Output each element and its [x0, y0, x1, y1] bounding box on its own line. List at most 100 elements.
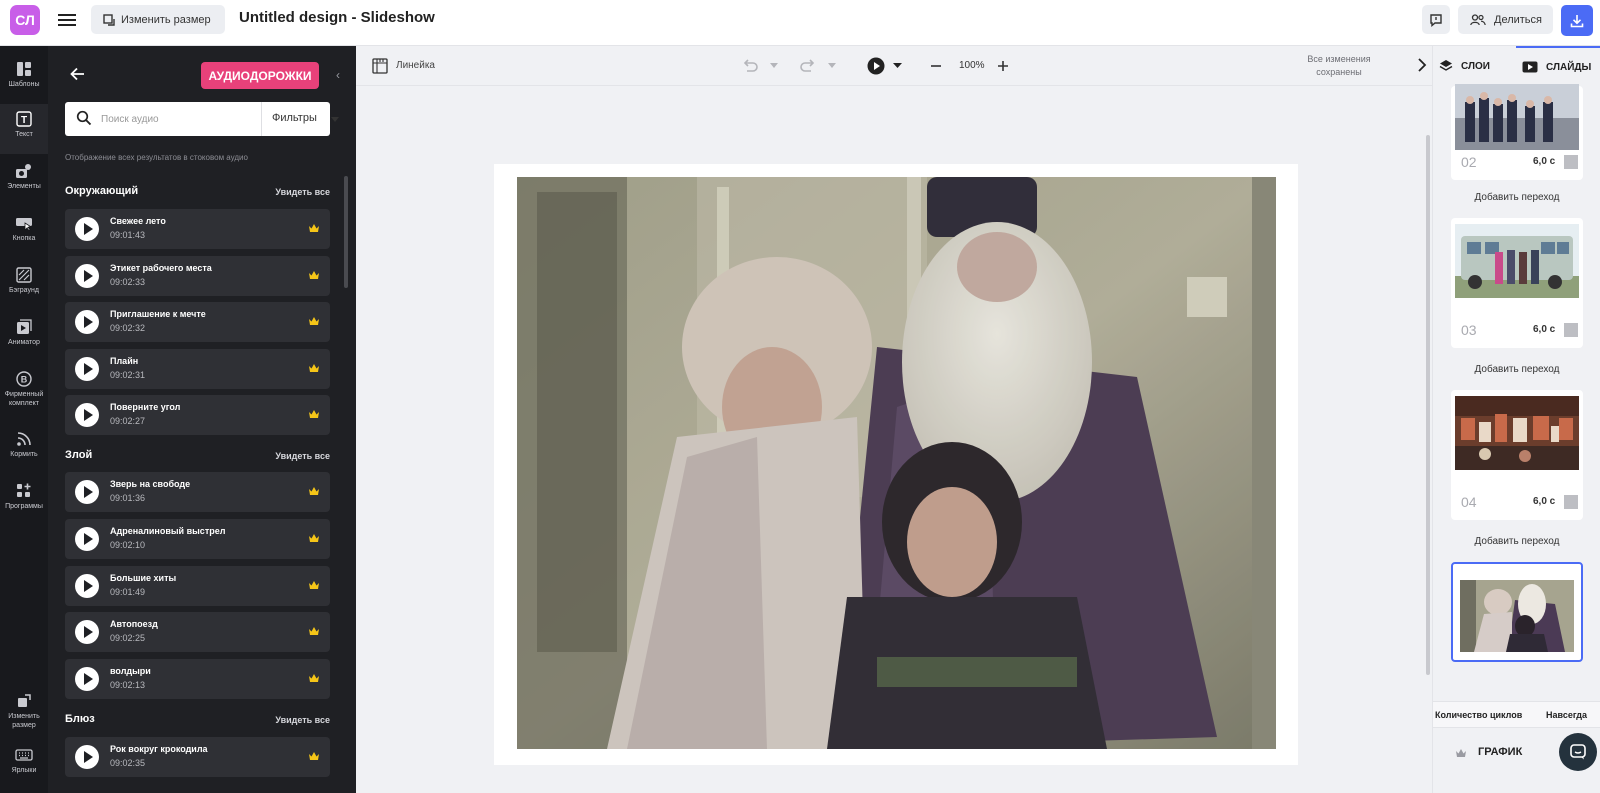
rail-label: Элементы: [7, 183, 41, 190]
play-icon[interactable]: [75, 217, 99, 241]
loop-count-select[interactable]: Навсегда: [1546, 710, 1587, 720]
audio-panel: АУДИОДОРОЖКИ ‹ Фильтры Отображение всех …: [48, 46, 356, 793]
crown-icon: [309, 317, 319, 325]
track-item[interactable]: Зверь на свободе 09:01:36: [65, 472, 330, 512]
rail-item-brand-kit[interactable]: B Фирменный комплект: [0, 364, 48, 414]
track-duration: 09:01:36: [110, 493, 146, 503]
track-item[interactable]: Адреналиновый выстрел 09:02:10: [65, 519, 330, 559]
comment-icon: [1430, 13, 1442, 27]
slide-thumbnail[interactable]: [1455, 84, 1579, 150]
play-icon[interactable]: [75, 357, 99, 381]
play-preview-icon[interactable]: [867, 57, 885, 75]
share-button[interactable]: Делиться: [1458, 5, 1553, 34]
slide-card[interactable]: 03 6,0 с: [1451, 218, 1583, 348]
slides-panel: СЛОИ СЛАЙДЫ 02 6,0 с Добавить переход 03…: [1432, 46, 1600, 793]
slide-thumbnail[interactable]: [1455, 396, 1579, 470]
rail-item-button[interactable]: Кнопка: [0, 208, 48, 258]
page-title[interactable]: Untitled design - Slideshow: [239, 9, 435, 26]
scrollbar[interactable]: [344, 176, 348, 288]
chevron-down-icon[interactable]: [828, 63, 836, 69]
see-all-link[interactable]: Увидеть все: [275, 715, 330, 725]
photo-illustration: [517, 177, 1276, 749]
chevron-down-icon[interactable]: [893, 63, 902, 69]
add-transition-button[interactable]: Добавить переход: [1451, 536, 1583, 547]
category-name: Злой: [65, 449, 93, 461]
ruler-label[interactable]: Линейка: [396, 60, 435, 71]
rail-item-feed[interactable]: Кормить: [0, 424, 48, 474]
design-canvas[interactable]: [494, 164, 1298, 765]
tab-slides[interactable]: СЛАЙДЫ: [1516, 46, 1600, 86]
canvas-toolbar: Линейка 100% Все изменения сохранены: [356, 46, 1432, 86]
slide-card-selected[interactable]: [1451, 562, 1583, 662]
zoom-in-icon[interactable]: [997, 60, 1009, 72]
crown-icon: [309, 271, 319, 279]
rail-item-animator[interactable]: Аниматор: [0, 312, 48, 362]
slide-duration[interactable]: 6,0 с: [1533, 156, 1555, 167]
slide-duration[interactable]: 6,0 с: [1533, 496, 1555, 507]
slide-thumbnail[interactable]: [1460, 580, 1574, 652]
play-icon[interactable]: [75, 574, 99, 598]
search-input[interactable]: [101, 110, 236, 128]
slide-card[interactable]: 02 6,0 с: [1451, 84, 1583, 180]
tab-label: СЛАЙДЫ: [1546, 61, 1592, 73]
slide-checkbox[interactable]: [1564, 155, 1578, 169]
play-icon[interactable]: [75, 620, 99, 644]
rail-item-background[interactable]: Бэграунд: [0, 260, 48, 310]
see-all-link[interactable]: Увидеть все: [275, 451, 330, 461]
slide-thumbnail[interactable]: [1455, 224, 1579, 298]
track-item[interactable]: Поверните угол 09:02:27: [65, 395, 330, 435]
rail-item-elements[interactable]: Элементы: [0, 156, 48, 206]
track-title: Плайн: [110, 356, 139, 366]
track-item[interactable]: волдыри 09:02:13: [65, 659, 330, 699]
redo-icon[interactable]: [799, 58, 817, 74]
slide-card[interactable]: 04 6,0 с: [1451, 390, 1583, 520]
chevron-down-icon[interactable]: [331, 117, 339, 122]
track-item[interactable]: Рок вокруг крокодила 09:02:35: [65, 737, 330, 777]
rail-item-templates[interactable]: Шаблоны: [0, 54, 48, 104]
track-item[interactable]: Этикет рабочего места 09:02:33: [65, 256, 330, 296]
rail-item-shortcuts[interactable]: Ярлыки: [0, 740, 48, 790]
download-button[interactable]: [1561, 5, 1593, 36]
avatar[interactable]: СЛ: [10, 5, 40, 35]
track-item[interactable]: Приглашение к мечте 09:02:32: [65, 302, 330, 342]
slide-duration[interactable]: 6,0 с: [1533, 324, 1555, 335]
play-icon[interactable]: [75, 403, 99, 427]
add-transition-button[interactable]: Добавить переход: [1451, 364, 1583, 375]
slide-photo[interactable]: [517, 177, 1276, 749]
collapse-panel-icon[interactable]: ‹: [336, 68, 340, 82]
track-item[interactable]: Большие хиты 09:01:49: [65, 566, 330, 606]
rail-item-text[interactable]: T Текст: [0, 104, 48, 154]
comment-button[interactable]: [1422, 5, 1450, 34]
slide-checkbox[interactable]: [1564, 495, 1578, 509]
play-icon[interactable]: [75, 310, 99, 334]
zoom-out-icon[interactable]: [930, 60, 942, 72]
rail-item-resize[interactable]: Изменить размер: [0, 686, 48, 736]
track-item[interactable]: Свежее лето 09:01:43: [65, 209, 330, 249]
track-item[interactable]: Плайн 09:02:31: [65, 349, 330, 389]
slide-checkbox[interactable]: [1564, 323, 1578, 337]
tab-layers[interactable]: СЛОИ: [1439, 46, 1490, 86]
ruler-icon[interactable]: [372, 58, 388, 74]
play-icon[interactable]: [75, 667, 99, 691]
see-all-link[interactable]: Увидеть все: [275, 187, 330, 197]
resize-button[interactable]: Изменить размер: [91, 5, 225, 34]
track-title: Рок вокруг крокодила: [110, 744, 208, 754]
menu-icon[interactable]: [58, 11, 76, 27]
track-duration: 09:02:27: [110, 416, 146, 426]
play-icon[interactable]: [75, 745, 99, 769]
zoom-level[interactable]: 100%: [959, 60, 985, 71]
add-transition-button[interactable]: Добавить переход: [1451, 192, 1583, 203]
chat-button[interactable]: [1559, 733, 1597, 771]
filters-dropdown[interactable]: Фильтры: [272, 112, 317, 124]
play-icon[interactable]: [75, 480, 99, 504]
track-item[interactable]: Автопоезд 09:02:25: [65, 612, 330, 652]
rail-item-apps[interactable]: Программы: [0, 476, 48, 526]
chevron-down-icon[interactable]: [770, 63, 778, 69]
scrollbar[interactable]: [1426, 135, 1430, 675]
play-icon[interactable]: [75, 527, 99, 551]
crown-icon: [1456, 749, 1466, 757]
play-icon[interactable]: [75, 264, 99, 288]
undo-icon[interactable]: [741, 58, 759, 74]
back-arrow-icon[interactable]: [68, 64, 88, 84]
chevron-right-icon[interactable]: [1417, 58, 1427, 72]
